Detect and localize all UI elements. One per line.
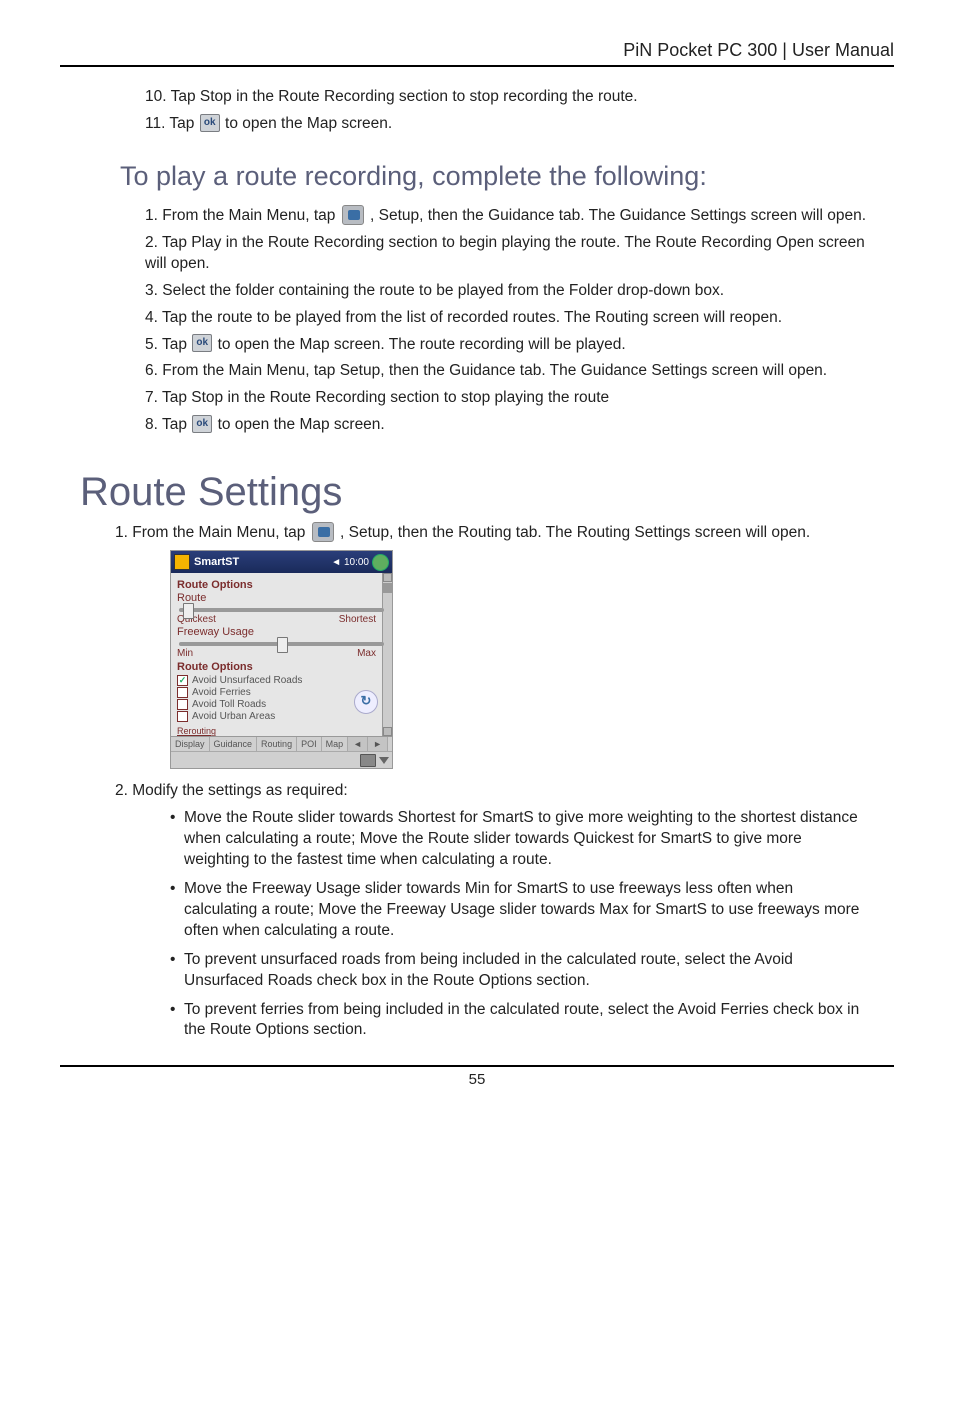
device-tab[interactable]: Guidance [210, 737, 258, 751]
setup-icon [342, 205, 364, 225]
route-intro: 1. From the Main Menu, tap , Setup, then… [60, 523, 894, 544]
ok-icon: ok [192, 334, 212, 352]
device-screenshot: SmartST ◄ 10:00 Route Options Route Quic… [170, 550, 393, 769]
device-clock: ◄ 10:00 [331, 557, 369, 568]
section-play-heading: To play a route recording, complete the … [60, 161, 894, 192]
ok-icon: ok [200, 114, 220, 132]
device-tab[interactable]: POI [297, 737, 322, 751]
route-label: Route [177, 592, 386, 604]
checkbox-label: Avoid Urban Areas [192, 711, 275, 722]
device-tabs: DisplayGuidanceRoutingPOIMap◄► [171, 736, 392, 751]
device-titlebar: SmartST ◄ 10:00 [171, 551, 392, 573]
bullet-item: To prevent unsurfaced roads from being i… [170, 950, 894, 992]
route-options-heading-2: Route Options [177, 661, 386, 673]
ok-button[interactable] [372, 554, 389, 571]
checkbox-label: Avoid Ferries [192, 687, 251, 698]
scrollbar[interactable] [382, 573, 392, 736]
freeway-slider[interactable] [179, 642, 384, 646]
checkbox[interactable] [177, 699, 188, 710]
checkbox-label: Avoid Toll Roads [192, 699, 266, 710]
route-slider-right: Shortest [339, 614, 376, 625]
device-tab[interactable]: Routing [257, 737, 297, 751]
play-steps: 1. From the Main Menu, tap , Setup, then… [60, 206, 894, 436]
device-tab[interactable]: Map [322, 737, 349, 751]
tab-arrow[interactable]: ◄ [348, 737, 368, 751]
tab-arrow[interactable]: ► [368, 737, 388, 751]
header-title: PiN Pocket PC 300 | User Manual [60, 40, 894, 67]
freeway-slider-right: Max [357, 648, 376, 659]
keyboard-icon[interactable] [360, 754, 376, 767]
checkbox-label: Avoid Unsurfaced Roads [192, 675, 302, 686]
rerouting-label: Rerouting [177, 726, 386, 736]
checkbox-row[interactable]: ✓ Avoid Unsurfaced Roads [177, 675, 386, 686]
device-title: SmartST [194, 556, 239, 568]
device-tab[interactable]: Display [171, 737, 210, 751]
menu-caret-icon[interactable] [379, 757, 389, 764]
checkbox-row[interactable]: Avoid Urban Areas [177, 711, 386, 722]
app-icon [174, 554, 190, 570]
route-slider[interactable] [179, 608, 384, 612]
ok-icon: ok [192, 415, 212, 433]
checkbox[interactable] [177, 687, 188, 698]
setup-icon [312, 522, 334, 542]
section-route-heading: Route Settings [60, 470, 894, 515]
route-step-2: 2. Modify the settings as required: [60, 781, 894, 802]
bullet-item: To prevent ferries from being included i… [170, 1000, 894, 1042]
bullet-item: Move the Freeway Usage slider towards Mi… [170, 879, 894, 942]
top-steps: 10. Tap Stop in the Route Recording sect… [60, 87, 894, 135]
route-bullets: Move the Route slider towards Shortest f… [60, 808, 894, 1041]
freeway-slider-left: Min [177, 648, 193, 659]
checkbox[interactable] [177, 711, 188, 722]
route-options-heading-1: Route Options [177, 579, 386, 591]
bullet-item: Move the Route slider towards Shortest f… [170, 808, 894, 871]
device-footer [171, 751, 392, 768]
page-number: 55 [60, 1065, 894, 1088]
checkbox[interactable]: ✓ [177, 675, 188, 686]
